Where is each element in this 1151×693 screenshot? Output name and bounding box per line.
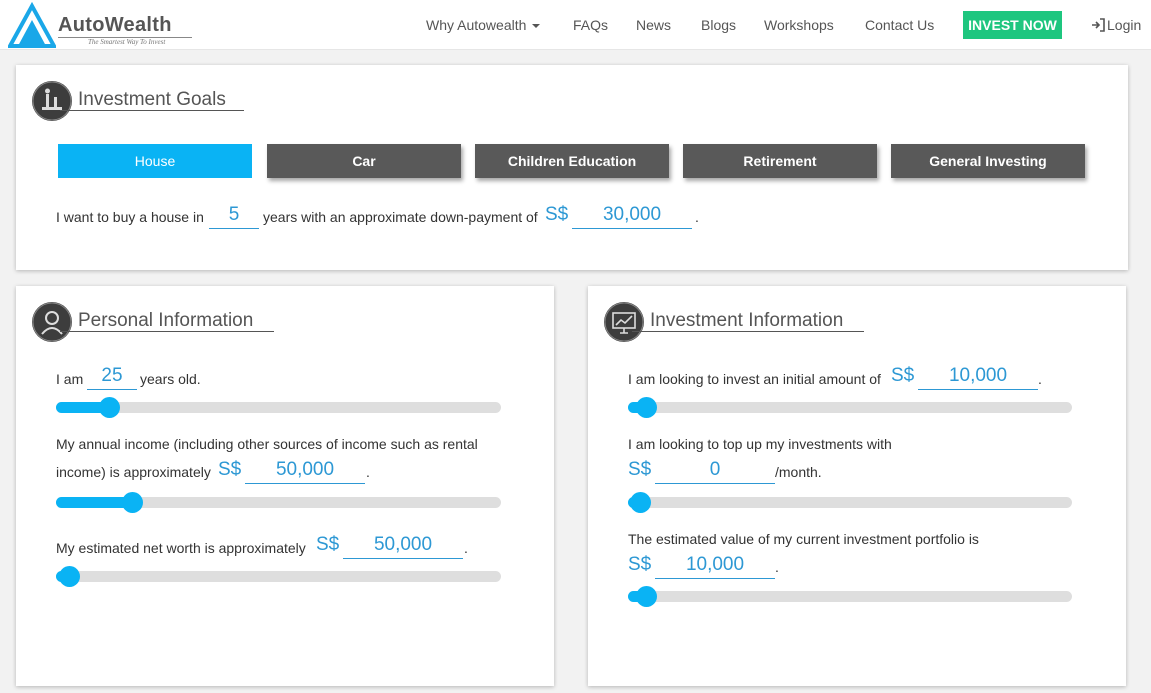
networth-slider[interactable] bbox=[56, 566, 501, 587]
income-label-line2: income) is approximately bbox=[56, 464, 211, 480]
topup-suffix: /month. bbox=[775, 464, 822, 480]
section-title-personal: Personal Information bbox=[78, 310, 254, 331]
tab-general-investing[interactable]: General Investing bbox=[891, 144, 1085, 178]
investment-goals-panel: Investment Goals House Car Children Educ… bbox=[16, 65, 1128, 270]
topup-currency: S$ bbox=[628, 459, 652, 480]
income-label-line1: My annual income (including other source… bbox=[56, 436, 478, 452]
nav-news[interactable]: News bbox=[636, 17, 671, 33]
goal-sentence-part1: I want to buy a house in bbox=[56, 209, 204, 225]
slider-handle[interactable] bbox=[630, 492, 651, 513]
initial-amount-slider[interactable] bbox=[628, 397, 1072, 418]
nav-why-autowealth[interactable]: Why Autowealth bbox=[426, 17, 541, 33]
income-currency: S$ bbox=[218, 459, 242, 480]
slider-handle[interactable] bbox=[635, 397, 657, 418]
nav-contact-us[interactable]: Contact Us bbox=[865, 17, 934, 33]
top-navbar: AutoWealth The Smartest Way To Invest Wh… bbox=[0, 0, 1151, 50]
networth-label: My estimated net worth is approximately bbox=[56, 540, 306, 556]
years-input[interactable]: 5 bbox=[209, 204, 259, 229]
topup-slider[interactable] bbox=[628, 492, 1072, 513]
income-end: . bbox=[366, 464, 370, 480]
nav-faqs[interactable]: FAQs bbox=[573, 17, 608, 33]
slider-handle[interactable] bbox=[121, 492, 143, 513]
networth-end: . bbox=[464, 540, 468, 556]
slider-handle[interactable] bbox=[635, 586, 657, 607]
slider-fill bbox=[56, 497, 132, 508]
investment-information-panel: Investment Information I am looking to i… bbox=[588, 286, 1126, 686]
login-link[interactable]: Login bbox=[1091, 17, 1141, 33]
topup-input[interactable]: 0 bbox=[655, 459, 775, 484]
nav-blogs[interactable]: Blogs bbox=[701, 17, 736, 33]
sign-in-icon bbox=[1092, 18, 1105, 32]
tab-car[interactable]: Car bbox=[267, 144, 461, 178]
mountain-logo-icon bbox=[8, 2, 56, 48]
autowealth-logo[interactable]: AutoWealth The Smartest Way To Invest bbox=[8, 2, 198, 48]
portfolio-end: . bbox=[775, 559, 779, 575]
login-label: Login bbox=[1107, 17, 1142, 33]
initial-end: . bbox=[1038, 371, 1042, 387]
invest-now-button[interactable]: INVEST NOW bbox=[963, 11, 1062, 39]
title-underline bbox=[60, 331, 274, 332]
income-slider[interactable] bbox=[56, 492, 501, 513]
portfolio-label: The estimated value of my current invest… bbox=[628, 531, 979, 547]
tab-retirement[interactable]: Retirement bbox=[683, 144, 877, 178]
age-suffix: years old. bbox=[140, 371, 201, 387]
age-input[interactable]: 25 bbox=[87, 365, 137, 390]
chart-presentation-icon bbox=[604, 302, 644, 342]
brand-name: AutoWealth bbox=[58, 14, 172, 36]
nav-workshops[interactable]: Workshops bbox=[764, 17, 834, 33]
goal-sentence-part2: years with an approximate down-payment o… bbox=[263, 209, 538, 225]
currency-label: S$ bbox=[545, 204, 569, 225]
chevron-down-icon bbox=[532, 24, 541, 29]
networth-input[interactable]: 50,000 bbox=[343, 534, 463, 559]
portfolio-currency: S$ bbox=[628, 554, 652, 575]
topup-label: I am looking to top up my investments wi… bbox=[628, 436, 892, 452]
initial-label: I am looking to invest an initial amount… bbox=[628, 371, 881, 387]
initial-amount-input[interactable]: 10,000 bbox=[918, 365, 1038, 390]
tab-house[interactable]: House bbox=[58, 144, 252, 178]
brand-tagline: The Smartest Way To Invest bbox=[88, 38, 166, 46]
portfolio-slider[interactable] bbox=[628, 586, 1072, 607]
sentence-end: . bbox=[695, 209, 699, 225]
nav-why-autowealth-label: Why Autowealth bbox=[426, 17, 527, 33]
age-slider[interactable] bbox=[56, 397, 501, 418]
networth-currency: S$ bbox=[316, 534, 340, 555]
portfolio-input[interactable]: 10,000 bbox=[655, 554, 775, 579]
income-input[interactable]: 50,000 bbox=[245, 459, 365, 484]
personal-information-panel: Personal Information I am 25 years old. … bbox=[16, 286, 554, 686]
section-title-investment: Investment Information bbox=[650, 310, 844, 331]
tab-children-education[interactable]: Children Education bbox=[475, 144, 669, 178]
person-icon bbox=[32, 302, 72, 342]
initial-currency: S$ bbox=[891, 365, 915, 386]
goals-icon bbox=[32, 81, 72, 121]
slider-handle[interactable] bbox=[59, 566, 81, 587]
section-title-goals: Investment Goals bbox=[78, 89, 226, 110]
title-underline bbox=[632, 331, 864, 332]
slider-handle[interactable] bbox=[99, 397, 121, 418]
age-prefix: I am bbox=[56, 371, 84, 387]
down-payment-input[interactable]: 30,000 bbox=[572, 204, 692, 229]
title-underline bbox=[60, 110, 244, 111]
